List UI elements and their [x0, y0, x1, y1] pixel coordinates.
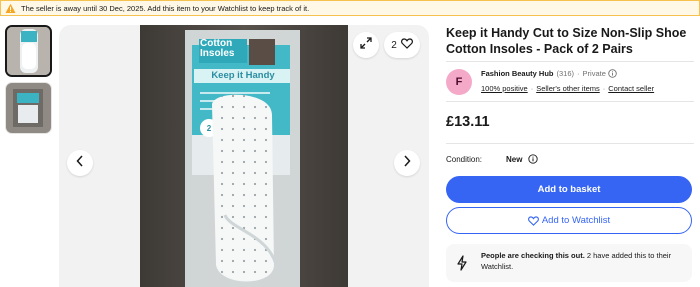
seller-info-line: Fashion Beauty Hub (316) · Private	[481, 69, 617, 78]
add-to-basket-button[interactable]: Add to basket	[446, 176, 692, 203]
heart-icon	[527, 215, 539, 226]
activity-signal-text: People are checking this out. 2 have add…	[481, 250, 686, 272]
watch-count-button[interactable]: 2	[384, 32, 420, 58]
contact-seller-link[interactable]: Contact seller	[608, 84, 654, 93]
prev-image-button[interactable]	[67, 150, 93, 176]
condition-row: Condition: New	[446, 154, 539, 164]
seller-feedback-count[interactable]: (316)	[557, 69, 575, 78]
warning-icon	[5, 3, 16, 14]
price: £13.11	[446, 114, 490, 130]
seller-type: Private	[582, 69, 606, 78]
expand-button[interactable]	[353, 32, 379, 58]
away-notice-text: The seller is away until 30 Dec, 2025. A…	[21, 3, 310, 13]
watch-count: 2	[391, 39, 397, 51]
away-notice-banner: The seller is away until 30 Dec, 2025. A…	[0, 0, 700, 16]
seller-links: 100% positive · Seller's other items · C…	[481, 84, 654, 93]
seller-type-separator: ·	[577, 69, 580, 78]
seller-other-items-link[interactable]: Seller's other items	[536, 84, 600, 93]
package-pairs-badge: 2	[206, 124, 212, 133]
seller-card: F Fashion Beauty Hub (316) · Private 100…	[446, 67, 694, 97]
info-icon[interactable]	[608, 69, 617, 78]
info-icon[interactable]	[528, 154, 539, 164]
separator-dot: ·	[602, 84, 606, 93]
activity-signal-bold: People are checking this out.	[481, 251, 585, 260]
next-image-button[interactable]	[394, 150, 420, 176]
lightning-icon	[456, 255, 468, 276]
listing-title: Keep it Handy Cut to Size Non-Slip Shoe …	[446, 26, 687, 56]
expand-icon	[360, 36, 372, 54]
divider	[446, 101, 694, 102]
chevron-left-icon	[76, 154, 84, 172]
condition-value: New	[506, 154, 523, 164]
package-slogan: Keep it Handy	[211, 70, 275, 81]
activity-signal-card: People are checking this out. 2 have add…	[446, 244, 692, 282]
add-to-watchlist-label: Add to Watchlist	[541, 215, 611, 226]
heart-icon	[400, 38, 413, 52]
divider	[446, 143, 694, 144]
seller-positive-link[interactable]: 100% positive	[481, 84, 528, 93]
package-brand-text: Cotton Insoles	[200, 39, 250, 59]
image-gallery: Cotton Insoles Keep it Handy 2 2	[59, 25, 429, 287]
listing-title-block: Keep it Handy Cut to Size Non-Slip Shoe …	[446, 25, 694, 57]
seller-name[interactable]: Fashion Beauty Hub	[481, 69, 554, 78]
divider	[446, 61, 694, 62]
chevron-right-icon	[403, 154, 411, 172]
thumbnail-2[interactable]	[5, 82, 52, 134]
add-to-watchlist-button[interactable]: Add to Watchlist	[446, 207, 692, 234]
thumbnail-1[interactable]	[5, 25, 52, 77]
package-brand-line2: Insoles	[200, 48, 235, 59]
seller-avatar[interactable]: F	[446, 69, 472, 95]
condition-label: Condition:	[446, 154, 483, 164]
separator-dot: ·	[530, 84, 534, 93]
product-image[interactable]	[140, 25, 348, 287]
